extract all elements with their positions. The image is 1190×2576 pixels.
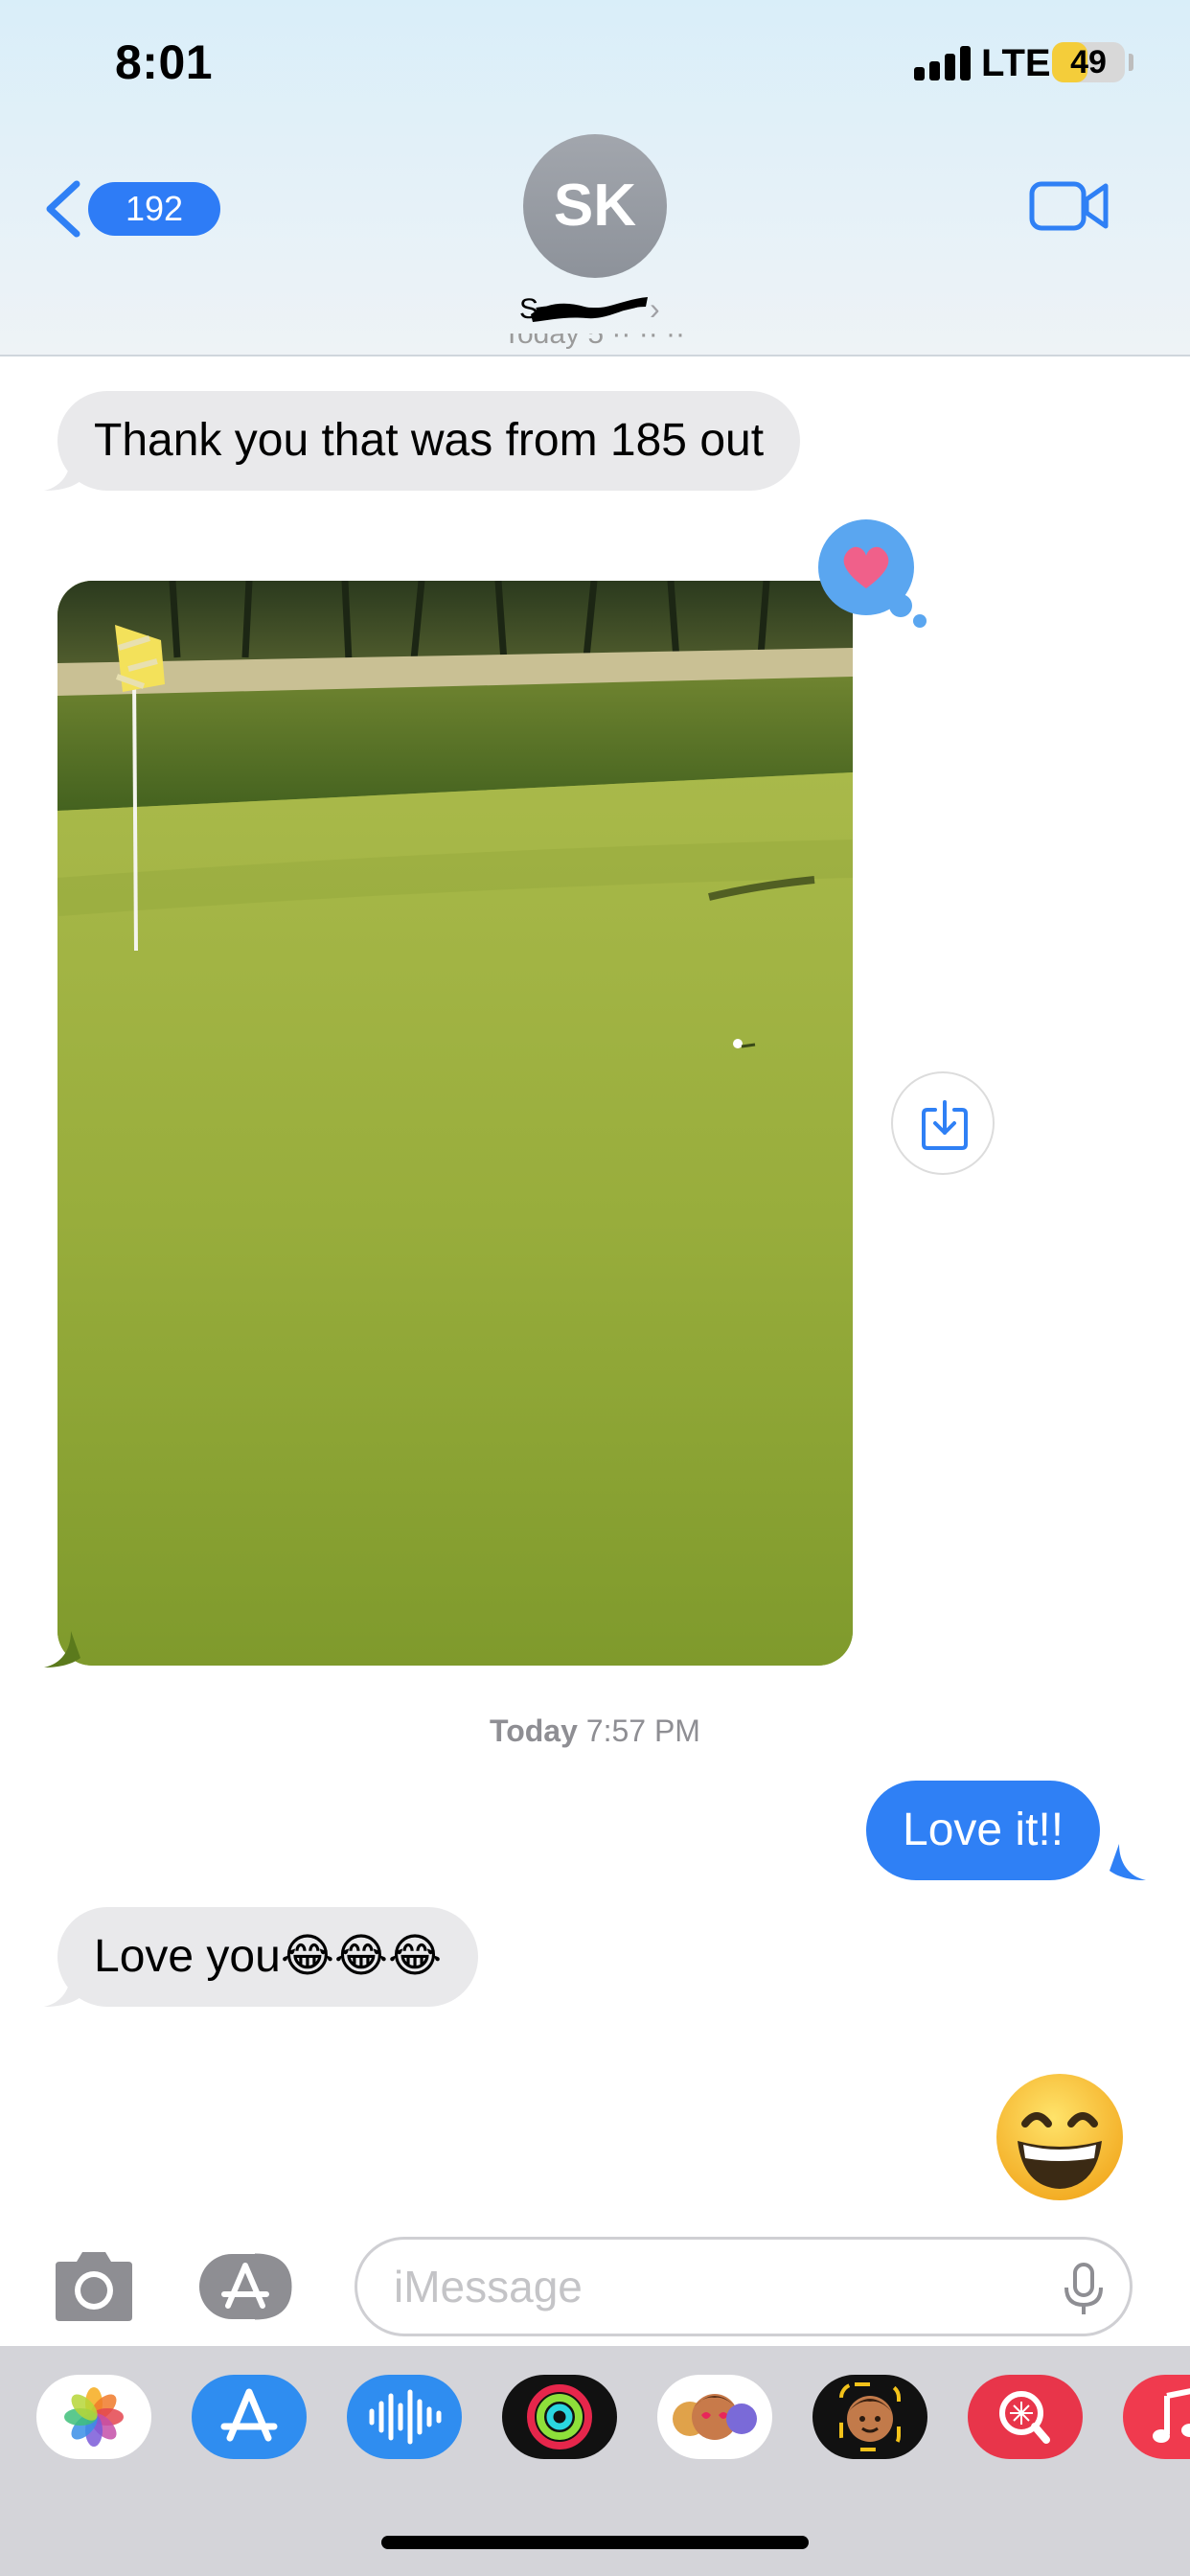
timestamp-day: Today [490, 1714, 578, 1748]
message-bubble-outgoing[interactable]: Love it!! [866, 1781, 1101, 1880]
photo-attachment[interactable] [57, 581, 853, 1666]
message-placeholder: iMessage [394, 2262, 583, 2312]
app-store-icon[interactable] [197, 2252, 309, 2321]
microphone-icon[interactable] [1063, 2263, 1105, 2316]
grinning-face-emoji[interactable] [993, 2070, 1127, 2204]
battery-icon: 49 [1052, 42, 1125, 82]
timestamp-time: 7:57 PM [585, 1714, 700, 1748]
camera-icon[interactable] [50, 2250, 138, 2323]
contact-avatar[interactable]: SK [523, 134, 667, 278]
bubble-tail [44, 454, 80, 491]
memoji-icon[interactable] [812, 2375, 927, 2459]
unread-count-badge: 192 [88, 182, 220, 236]
download-icon [922, 1100, 968, 1150]
app-store-icon[interactable] [192, 2375, 307, 2459]
message-timestamp: Today 7:57 PM [0, 1714, 1190, 1749]
video-call-icon[interactable] [1029, 178, 1110, 234]
music-icon[interactable] [1123, 2375, 1190, 2459]
message-bubble-incoming[interactable]: Thank you that was from 185 out [57, 391, 801, 491]
message-input[interactable]: iMessage [355, 2237, 1133, 2336]
battery-percent: 49 [1070, 44, 1107, 80]
redaction-scribble [531, 297, 648, 322]
battery-cap [1129, 54, 1133, 71]
save-photo-button[interactable] [891, 1071, 995, 1175]
back-button[interactable]: 192 [42, 174, 220, 242]
chevron-left-icon [46, 180, 80, 238]
golf-green-photo [57, 581, 853, 1666]
bubble-tail [44, 1970, 80, 2007]
previous-timestamp-peek: Today 5 ·· ·· ·· [469, 334, 719, 356]
photos-icon[interactable] [36, 2375, 151, 2459]
bubble-tail [1110, 1844, 1146, 1880]
network-type: LTE [981, 42, 1051, 84]
bubble-tail [44, 1631, 80, 1668]
status-time: 8:01 [115, 35, 214, 89]
audio-message-icon[interactable] [347, 2375, 462, 2459]
heart-reaction-icon[interactable] [816, 518, 931, 632]
previous-timestamp-fragment: Today 5 ·· ·· ·· [502, 334, 686, 350]
home-indicator[interactable] [381, 2536, 809, 2549]
signal-strength-icon [914, 46, 972, 80]
message-bubble-incoming[interactable]: Love you😂😂😂 [57, 1907, 479, 2007]
image-search-icon[interactable] [968, 2375, 1083, 2459]
fitness-icon[interactable] [502, 2375, 617, 2459]
memoji-stickers-icon[interactable] [657, 2375, 772, 2459]
